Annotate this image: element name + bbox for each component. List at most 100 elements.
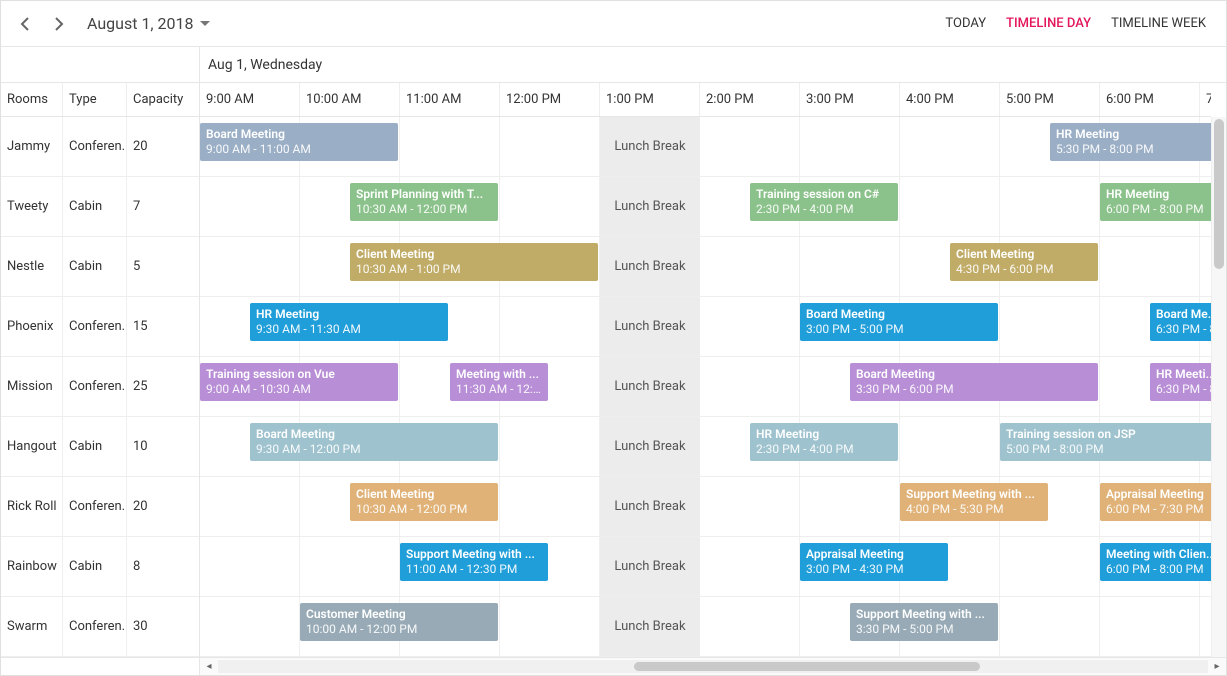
resource-columns-header: Rooms Type Capacity bbox=[1, 83, 199, 117]
event[interactable]: Client Meeting10:30 AM - 1:00 PM bbox=[350, 243, 598, 281]
resource-type: Cabin bbox=[63, 537, 127, 596]
timeline-row[interactable]: Lunch BreakBoard Meeting9:30 AM - 12:00 … bbox=[200, 417, 1211, 477]
resource-capacity: 7 bbox=[127, 177, 199, 236]
resource-row: HangoutCabin10 bbox=[1, 417, 199, 477]
event-time: 11:00 AM - 12:30 PM bbox=[406, 562, 542, 577]
event[interactable]: HR Meeting5:30 PM - 8:00 PM bbox=[1050, 123, 1211, 161]
resource-room: Mission bbox=[1, 357, 63, 416]
event[interactable]: Appraisal Meeting3:00 PM - 4:30 PM bbox=[800, 543, 948, 581]
event[interactable]: Client Meeting4:30 PM - 6:00 PM bbox=[950, 243, 1098, 281]
hscroll-right-arrow[interactable]: ▸ bbox=[1208, 658, 1226, 675]
next-button[interactable] bbox=[45, 10, 73, 38]
event-time: 9:30 AM - 11:30 AM bbox=[256, 322, 442, 337]
event[interactable]: Training session on JSP5:00 PM - 8:00 PM bbox=[1000, 423, 1211, 461]
event[interactable]: Board Meeting3:30 PM - 6:00 PM bbox=[850, 363, 1098, 401]
event-time: 5:00 PM - 8:00 PM bbox=[1006, 442, 1211, 457]
event[interactable]: HR Meeting9:30 AM - 11:30 AM bbox=[250, 303, 448, 341]
today-button[interactable]: TODAY bbox=[935, 8, 996, 39]
event-title: Sprint Planning with T... bbox=[356, 187, 492, 202]
vertical-scrollbar-thumb[interactable] bbox=[1214, 119, 1224, 269]
prev-button[interactable] bbox=[11, 10, 39, 38]
event[interactable]: Board Me...6:30 PM - 8... bbox=[1150, 303, 1211, 341]
resource-room: Tweety bbox=[1, 177, 63, 236]
caret-down-icon bbox=[200, 21, 210, 26]
event-time: 10:30 AM - 12:00 PM bbox=[356, 502, 492, 517]
hscroll-left-arrow[interactable]: ◂ bbox=[200, 658, 218, 675]
hscroll-thumb[interactable] bbox=[634, 662, 981, 671]
event-time: 6:00 PM - 8:00 PM bbox=[1106, 562, 1211, 577]
event-title: Customer Meeting bbox=[306, 607, 492, 622]
lunch-break-cell: Lunch Break bbox=[600, 117, 700, 176]
timeline-row[interactable]: Lunch Break Customer Meeting10:00 AM - 12… bbox=[200, 597, 1211, 657]
timeline-row[interactable]: Lunch BreakClient Meeting10:30 AM - 1:00… bbox=[200, 237, 1211, 297]
timeline-row[interactable]: Lunch BreakHR Meeting9:30 AM - 11:30 AMB… bbox=[200, 297, 1211, 357]
event-title: Board Meeting bbox=[256, 427, 492, 442]
event[interactable]: HR Meeting6:00 PM - 8:00 PM bbox=[1100, 183, 1211, 221]
vertical-scrollbar[interactable] bbox=[1211, 117, 1226, 657]
event[interactable]: Customer Meeting10:00 AM - 12:00 PM bbox=[300, 603, 498, 641]
event-title: Support Meeting with ... bbox=[406, 547, 542, 562]
event-title: HR Meeting bbox=[1056, 127, 1211, 142]
resource-room: Rick Roll bbox=[1, 477, 63, 536]
horizontal-scrollbar[interactable]: ◂ ▸ bbox=[200, 658, 1226, 675]
view-timeline-week[interactable]: TIMELINE WEEK bbox=[1101, 8, 1216, 39]
toolbar-left: August 1, 2018 bbox=[11, 10, 210, 38]
timeline-row[interactable]: Lunch BreakSupport Meeting with ...11:00… bbox=[200, 537, 1211, 597]
event-title: HR Meeti... bbox=[1156, 367, 1211, 382]
event[interactable]: Training session on C#2:30 PM - 4:00 PM bbox=[750, 183, 898, 221]
time-header-cell: 5:00 PM bbox=[1000, 83, 1100, 116]
lunch-break-cell: Lunch Break bbox=[600, 597, 700, 656]
event[interactable]: Board Meeting3:00 PM - 5:00 PM bbox=[800, 303, 998, 341]
event[interactable]: Meeting with Clien...6:00 PM - 8:00 PM bbox=[1100, 543, 1211, 581]
event[interactable]: HR Meeti...6:30 PM - 8... bbox=[1150, 363, 1211, 401]
timeline-row[interactable]: Lunch Break Board Meeting9:00 AM - 11:00 … bbox=[200, 117, 1211, 177]
event[interactable]: Meeting with ...11:30 AM - 12:3... bbox=[450, 363, 548, 401]
time-header-cell: 3:00 PM bbox=[800, 83, 900, 116]
timeline-row[interactable]: Lunch BreakTraining session on Vue9:00 A… bbox=[200, 357, 1211, 417]
event[interactable]: Support Meeting with ...4:00 PM - 5:30 P… bbox=[900, 483, 1048, 521]
event-time: 3:00 PM - 4:30 PM bbox=[806, 562, 942, 577]
event[interactable]: Support Meeting with ...11:00 AM - 12:30… bbox=[400, 543, 548, 581]
event-time: 6:00 PM - 7:30 PM bbox=[1106, 502, 1211, 517]
resource-type: Cabin bbox=[63, 417, 127, 476]
event-title: Support Meeting with ... bbox=[906, 487, 1042, 502]
resource-row: TweetyCabin7 bbox=[1, 177, 199, 237]
resource-capacity: 30 bbox=[127, 597, 199, 656]
view-timeline-day[interactable]: TIMELINE DAY bbox=[996, 8, 1101, 39]
event[interactable]: Appraisal Meeting6:00 PM - 7:30 PM bbox=[1100, 483, 1211, 521]
resource-type: Conferen... bbox=[63, 597, 127, 656]
event-title: Board Meeting bbox=[206, 127, 392, 142]
scheduler-body: Aug 1, Wednesday Rooms Type Capacity Jam… bbox=[1, 47, 1226, 675]
date-range-picker[interactable]: August 1, 2018 bbox=[87, 14, 210, 33]
lunch-break-cell: Lunch Break bbox=[600, 177, 700, 236]
event[interactable]: Board Meeting9:30 AM - 12:00 PM bbox=[250, 423, 498, 461]
resource-row: Rick RollConferen...20 bbox=[1, 477, 199, 537]
event[interactable]: Training session on Vue9:00 AM - 10:30 A… bbox=[200, 363, 398, 401]
event[interactable]: Client Meeting10:30 AM - 12:00 PM bbox=[350, 483, 498, 521]
event[interactable]: Board Meeting9:00 AM - 11:00 AM bbox=[200, 123, 398, 161]
timeline-body[interactable]: Lunch Break Board Meeting9:00 AM - 11:00 … bbox=[200, 117, 1211, 657]
event-title: Appraisal Meeting bbox=[806, 547, 942, 562]
event-time: 3:30 PM - 5:00 PM bbox=[856, 622, 992, 637]
toolbar: August 1, 2018 TODAY TIMELINE DAY TIMELI… bbox=[1, 1, 1226, 47]
day-header-label: Aug 1, Wednesday bbox=[200, 47, 322, 82]
time-header-cell: 11:00 AM bbox=[400, 83, 500, 116]
date-range-label: August 1, 2018 bbox=[87, 14, 194, 33]
event[interactable]: HR Meeting2:30 PM - 4:00 PM bbox=[750, 423, 898, 461]
resource-type: Conferen... bbox=[63, 357, 127, 416]
hscroll-track[interactable] bbox=[218, 660, 1208, 673]
time-header-cell: 2:00 PM bbox=[700, 83, 800, 116]
event-time: 10:00 AM - 12:00 PM bbox=[306, 622, 492, 637]
resource-row: NestleCabin5 bbox=[1, 237, 199, 297]
event-title: Board Meeting bbox=[856, 367, 1092, 382]
time-header-cell: 7:00 PM bbox=[1200, 83, 1211, 116]
event[interactable]: Sprint Planning with T...10:30 AM - 12:0… bbox=[350, 183, 498, 221]
timeline-row[interactable]: Lunch BreakClient Meeting10:30 AM - 12:0… bbox=[200, 477, 1211, 537]
timeline-row[interactable]: Lunch Break Sprint Planning with T...10:3… bbox=[200, 177, 1211, 237]
event[interactable]: Support Meeting with ...3:30 PM - 5:00 P… bbox=[850, 603, 998, 641]
time-header: 9:00 AM10:00 AM11:00 AM12:00 PM1:00 PM2:… bbox=[200, 83, 1211, 117]
event-time: 2:30 PM - 4:00 PM bbox=[756, 442, 892, 457]
resource-capacity: 8 bbox=[127, 537, 199, 596]
resource-row: RainbowCabin8 bbox=[1, 537, 199, 597]
timeline-pane: 9:00 AM10:00 AM11:00 AM12:00 PM1:00 PM2:… bbox=[200, 83, 1226, 657]
